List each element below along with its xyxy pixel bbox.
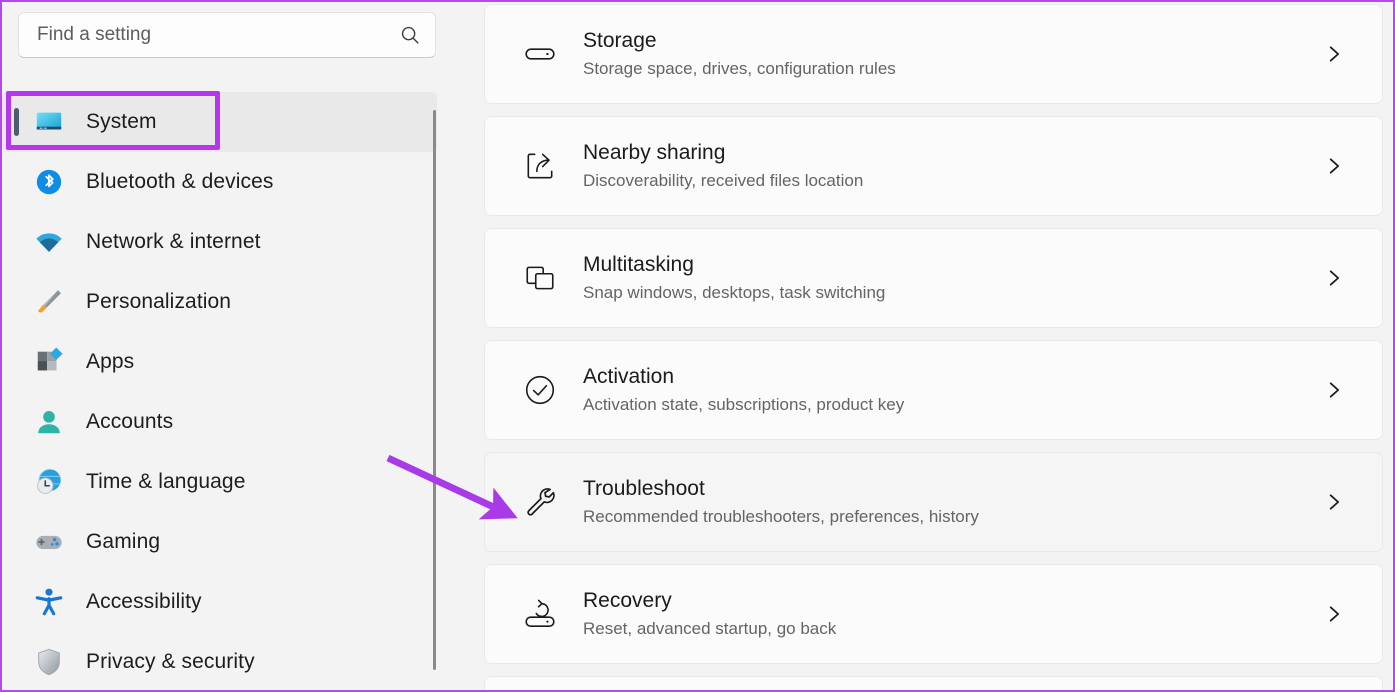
wifi-icon bbox=[34, 227, 64, 257]
sidebar-scrollbar[interactable] bbox=[433, 110, 436, 670]
settings-card-recovery[interactable]: Recovery Reset, advanced startup, go bac… bbox=[484, 564, 1383, 664]
card-text: Nearby sharing Discoverability, received… bbox=[583, 139, 1324, 194]
sidebar-item-label: Privacy & security bbox=[86, 650, 255, 673]
settings-card-list: Storage Storage space, drives, configura… bbox=[470, 2, 1393, 690]
shield-icon bbox=[34, 647, 64, 677]
sidebar-item-label: Accounts bbox=[86, 410, 174, 433]
card-subtitle: Recommended troubleshooters, preferences… bbox=[583, 506, 979, 526]
sidebar-item-personalization[interactable]: Personalization bbox=[2, 272, 470, 332]
card-text: Activation Activation state, subscriptio… bbox=[583, 363, 1324, 418]
check-circle-icon bbox=[523, 373, 557, 407]
card-title: Activation bbox=[583, 364, 675, 388]
settings-card-partial-bottom[interactable] bbox=[484, 676, 1383, 690]
sidebar-item-accounts[interactable]: Accounts bbox=[2, 392, 470, 452]
sidebar-item-bluetooth-devices[interactable]: Bluetooth & devices bbox=[2, 152, 470, 212]
chevron-right-icon[interactable] bbox=[1324, 380, 1344, 400]
sidebar-item-time-language[interactable]: Time & language bbox=[2, 452, 470, 512]
apps-icon bbox=[34, 347, 64, 377]
sidebar-item-gaming[interactable]: Gaming bbox=[2, 512, 470, 572]
share-icon bbox=[523, 149, 557, 183]
sidebar-item-privacy-security[interactable]: Privacy & security bbox=[2, 632, 470, 690]
sidebar-item-label: Personalization bbox=[86, 290, 232, 313]
card-text: Storage Storage space, drives, configura… bbox=[583, 27, 1324, 82]
card-text: Multitasking Snap windows, desktops, tas… bbox=[583, 251, 1324, 306]
monitor-icon bbox=[34, 107, 64, 137]
settings-window: System Bluetooth & devices bbox=[0, 0, 1395, 692]
card-title: Multitasking bbox=[583, 252, 694, 276]
settings-card-multitasking[interactable]: Multitasking Snap windows, desktops, tas… bbox=[484, 228, 1383, 328]
sidebar-item-label: System bbox=[86, 110, 157, 133]
accessibility-icon bbox=[34, 587, 64, 617]
sidebar-item-label: Bluetooth & devices bbox=[86, 170, 274, 193]
card-subtitle: Activation state, subscriptions, product… bbox=[583, 394, 905, 414]
sidebar-item-label: Accessibility bbox=[86, 590, 202, 613]
sidebar-item-label: Network & internet bbox=[86, 230, 261, 253]
card-title: Troubleshoot bbox=[583, 476, 705, 500]
drive-icon bbox=[523, 37, 557, 71]
card-text: Troubleshoot Recommended troubleshooters… bbox=[583, 475, 1324, 530]
card-title: Nearby sharing bbox=[583, 140, 726, 164]
sidebar-item-apps[interactable]: Apps bbox=[2, 332, 470, 392]
settings-card-activation[interactable]: Activation Activation state, subscriptio… bbox=[484, 340, 1383, 440]
sidebar-item-label: Apps bbox=[86, 350, 135, 373]
selection-indicator bbox=[14, 108, 19, 136]
chevron-right-icon[interactable] bbox=[1324, 44, 1344, 64]
settings-card-troubleshoot[interactable]: Troubleshoot Recommended troubleshooters… bbox=[484, 452, 1383, 552]
search-box[interactable] bbox=[18, 12, 436, 58]
sidebar-item-label: Gaming bbox=[86, 530, 161, 553]
person-icon bbox=[34, 407, 64, 437]
wrench-icon bbox=[523, 485, 557, 519]
chevron-right-icon[interactable] bbox=[1324, 268, 1344, 288]
sidebar-item-accessibility[interactable]: Accessibility bbox=[2, 572, 470, 632]
chevron-right-icon[interactable] bbox=[1324, 156, 1344, 176]
chevron-right-icon[interactable] bbox=[1324, 604, 1344, 624]
card-subtitle: Storage space, drives, configuration rul… bbox=[583, 58, 896, 78]
sidebar-item-system[interactable]: System bbox=[2, 92, 437, 152]
sidebar-nav: System Bluetooth & devices Network & int… bbox=[2, 92, 470, 690]
paintbrush-icon bbox=[34, 287, 64, 317]
card-subtitle: Snap windows, desktops, task switching bbox=[583, 282, 886, 302]
bluetooth-icon bbox=[34, 167, 64, 197]
chevron-right-icon[interactable] bbox=[1324, 492, 1344, 512]
sidebar-item-network-internet[interactable]: Network & internet bbox=[2, 212, 470, 272]
clock-globe-icon bbox=[34, 467, 64, 497]
search-icon[interactable] bbox=[399, 24, 421, 46]
sidebar: System Bluetooth & devices bbox=[2, 2, 470, 690]
search-input[interactable] bbox=[37, 24, 399, 46]
windows-stack-icon bbox=[523, 261, 557, 295]
settings-card-storage[interactable]: Storage Storage space, drives, configura… bbox=[484, 4, 1383, 104]
card-subtitle: Reset, advanced startup, go back bbox=[583, 618, 837, 638]
card-text: Recovery Reset, advanced startup, go bac… bbox=[583, 587, 1324, 642]
gamepad-icon bbox=[34, 527, 64, 557]
sidebar-item-label: Time & language bbox=[86, 470, 246, 493]
recovery-icon bbox=[523, 597, 557, 631]
card-title: Recovery bbox=[583, 588, 672, 612]
card-subtitle: Discoverability, received files location bbox=[583, 170, 864, 190]
main-content: Storage Storage space, drives, configura… bbox=[470, 2, 1393, 690]
card-title: Storage bbox=[583, 28, 657, 52]
settings-card-nearby-sharing[interactable]: Nearby sharing Discoverability, received… bbox=[484, 116, 1383, 216]
